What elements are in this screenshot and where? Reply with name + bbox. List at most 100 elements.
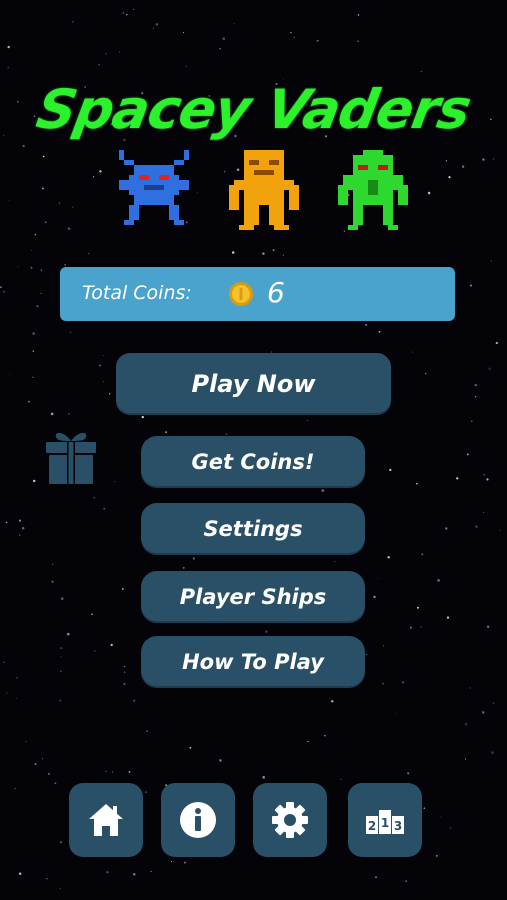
star: [471, 420, 473, 422]
total-coins-label: Total Coins:: [82, 282, 192, 304]
star: [488, 367, 491, 370]
star: [14, 788, 16, 790]
star: [69, 331, 72, 334]
star: [103, 507, 105, 510]
star: [373, 595, 376, 599]
star: [124, 666, 126, 667]
star: [155, 23, 159, 26]
star: [222, 37, 226, 41]
star: [425, 372, 427, 375]
star: [32, 350, 35, 352]
star: [59, 699, 62, 702]
get-coins-button[interactable]: Get Coins!: [141, 436, 365, 488]
star: [133, 873, 136, 876]
star: [44, 221, 47, 224]
star: [32, 376, 34, 379]
star: [486, 478, 489, 481]
star: [34, 763, 37, 766]
star: [146, 730, 148, 732]
star: [48, 773, 50, 775]
star: [395, 713, 397, 715]
star: [343, 230, 346, 232]
star: [68, 413, 70, 415]
star: [461, 165, 465, 168]
star: [100, 173, 101, 175]
star: [293, 36, 296, 39]
star: [60, 841, 62, 843]
star: [427, 191, 431, 195]
star: [59, 888, 61, 890]
star: [290, 31, 292, 34]
star: [6, 692, 8, 694]
star: [445, 160, 448, 162]
star: [125, 13, 128, 16]
star: [456, 477, 459, 480]
star: [492, 158, 495, 160]
player-ships-button[interactable]: Player Ships: [141, 571, 365, 623]
podium-place-3: 3: [394, 819, 402, 833]
star: [93, 649, 96, 652]
star: [64, 264, 66, 266]
star: [102, 381, 104, 383]
star: [483, 473, 486, 476]
star: [233, 23, 235, 25]
star: [464, 722, 468, 726]
green-invader-sprite: [338, 150, 408, 230]
star: [182, 566, 185, 569]
star: [407, 772, 410, 775]
star: [474, 383, 478, 387]
star: [41, 758, 43, 760]
star: [40, 269, 43, 271]
star: [435, 855, 438, 857]
star: [170, 860, 173, 863]
star: [331, 700, 334, 703]
star: [60, 647, 63, 650]
star: [72, 206, 74, 208]
star: [183, 861, 186, 864]
star: [18, 872, 22, 875]
settings-button[interactable]: Settings: [141, 503, 365, 555]
star: [105, 52, 107, 55]
info-button[interactable]: [161, 783, 235, 857]
star: [450, 827, 452, 829]
star: [34, 233, 37, 236]
star: [60, 597, 64, 600]
star: [437, 579, 440, 582]
star: [32, 332, 35, 335]
star: [88, 253, 90, 255]
star: [19, 534, 21, 536]
star: [109, 393, 111, 395]
star: [67, 227, 71, 230]
star: [28, 401, 30, 403]
star: [60, 670, 62, 673]
star: [18, 519, 22, 522]
star: [3, 661, 5, 663]
star: [423, 807, 425, 809]
star: [189, 746, 192, 749]
play-now-button[interactable]: Play Now: [116, 353, 391, 415]
star: [67, 632, 70, 636]
star: [22, 145, 25, 148]
star: [123, 682, 126, 686]
star: [495, 342, 498, 345]
star: [93, 496, 96, 499]
star: [420, 626, 422, 628]
leaderboard-button[interactable]: 2 1 3: [348, 783, 422, 857]
orange-invader-sprite: [229, 150, 299, 230]
star: [92, 176, 95, 178]
star: [7, 66, 10, 69]
star: [474, 396, 477, 398]
star: [440, 816, 442, 818]
settings-icon-button[interactable]: [253, 783, 327, 857]
star: [128, 771, 131, 773]
how-to-play-button[interactable]: How To Play: [141, 636, 365, 688]
star: [340, 778, 342, 780]
star: [112, 771, 114, 773]
star: [219, 47, 221, 50]
star: [132, 699, 136, 703]
star: [122, 11, 125, 14]
star: [225, 433, 228, 436]
star: [106, 871, 109, 874]
gift-icon[interactable]: [44, 427, 98, 485]
home-button[interactable]: [69, 783, 143, 857]
